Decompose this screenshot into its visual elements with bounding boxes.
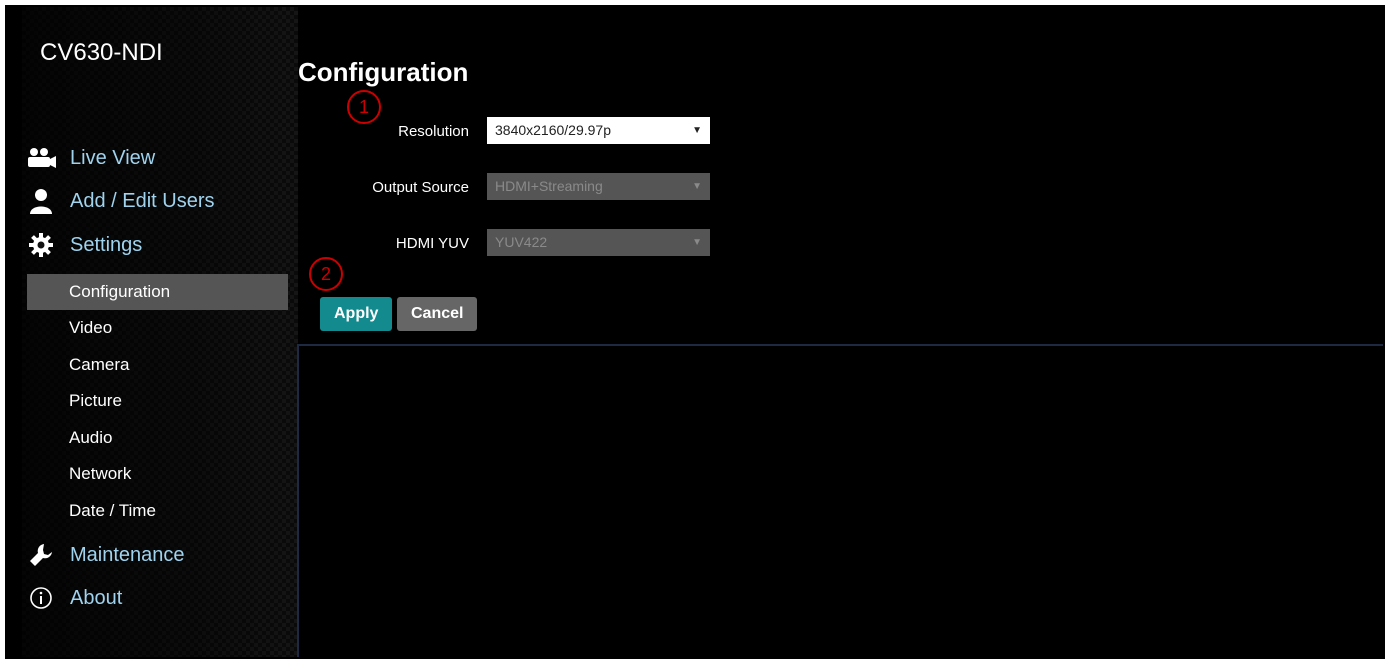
sidebar-item-date-time[interactable]: Date / Time bbox=[27, 493, 288, 529]
sidebar-item-audio[interactable]: Audio bbox=[27, 420, 288, 456]
app-window: CV630-NDI Live View Add / Edit Users Set… bbox=[5, 5, 1385, 659]
sidebar-item-picture[interactable]: Picture bbox=[27, 383, 288, 419]
nav-label: Add / Edit Users bbox=[70, 189, 215, 212]
sidebar-item-network[interactable]: Network bbox=[27, 456, 288, 492]
gear-icon bbox=[26, 232, 56, 258]
resolution-value: 3840x2160/29.97p bbox=[495, 122, 611, 138]
info-icon bbox=[26, 585, 56, 611]
step-marker-1: 1 bbox=[347, 90, 381, 124]
sidebar-item-configuration[interactable]: Configuration bbox=[27, 274, 288, 310]
nav-add-edit-users[interactable]: Add / Edit Users bbox=[26, 188, 215, 214]
dropdown-arrow-icon: ▼ bbox=[692, 237, 702, 248]
dropdown-arrow-icon: ▼ bbox=[692, 125, 702, 136]
resolution-label: Resolution bbox=[398, 123, 469, 140]
dropdown-arrow-icon: ▼ bbox=[692, 181, 702, 192]
nav-settings[interactable]: Settings bbox=[26, 232, 142, 258]
nav-label: About bbox=[70, 586, 123, 609]
nav-label: Settings bbox=[70, 233, 143, 256]
output-source-label: Output Source bbox=[372, 179, 469, 196]
sidebar-item-video[interactable]: Video bbox=[27, 310, 288, 346]
nav-label: Live View bbox=[70, 146, 156, 169]
live-view-icon bbox=[26, 145, 56, 171]
hdmi-yuv-value: YUV422 bbox=[495, 234, 548, 250]
hdmi-yuv-select: YUV422 ▼ bbox=[487, 229, 710, 256]
preview-area bbox=[297, 344, 1383, 657]
apply-button[interactable]: Apply bbox=[320, 297, 393, 331]
nav-about[interactable]: About bbox=[26, 585, 122, 611]
brand-title: CV630-NDI bbox=[40, 39, 163, 66]
output-source-select: HDMI+Streaming ▼ bbox=[487, 173, 710, 200]
page-title: Configuration bbox=[298, 57, 469, 87]
sidebar-item-camera[interactable]: Camera bbox=[27, 347, 288, 383]
nav-label: Maintenance bbox=[70, 543, 185, 566]
sidebar: CV630-NDI Live View Add / Edit Users Set… bbox=[22, 7, 298, 657]
nav-live-view[interactable]: Live View bbox=[26, 145, 155, 171]
user-icon bbox=[26, 188, 56, 214]
output-source-value: HDMI+Streaming bbox=[495, 178, 603, 194]
step-marker-2: 2 bbox=[309, 257, 343, 291]
hdmi-yuv-label: HDMI YUV bbox=[395, 235, 469, 252]
nav-maintenance[interactable]: Maintenance bbox=[26, 542, 185, 568]
wrench-icon bbox=[26, 542, 56, 568]
resolution-select[interactable]: 3840x2160/29.97p ▼ bbox=[487, 117, 710, 144]
cancel-button[interactable]: Cancel bbox=[397, 297, 478, 331]
